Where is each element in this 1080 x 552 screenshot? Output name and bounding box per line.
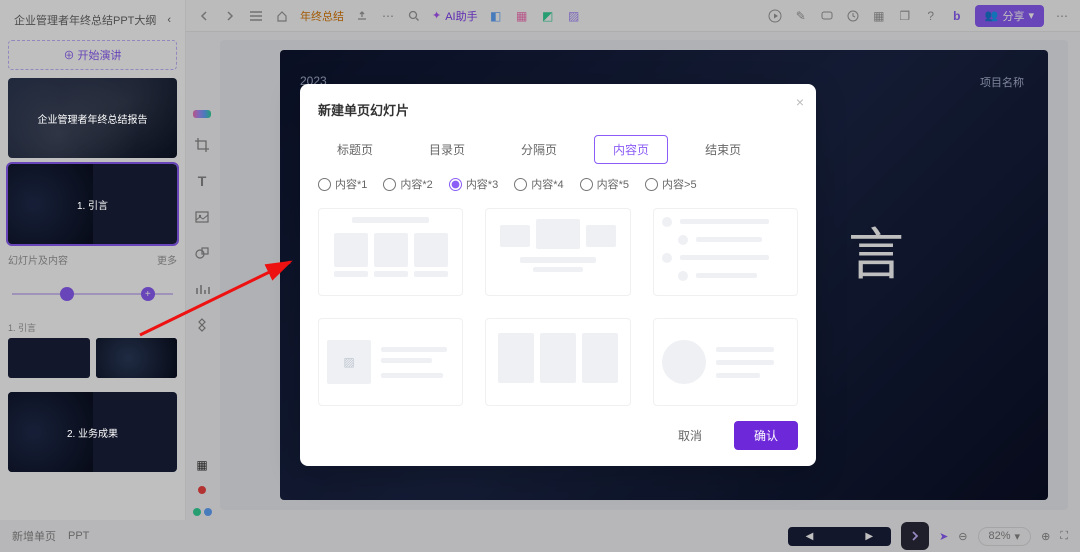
radio-content-3[interactable]: 内容*3 — [449, 176, 498, 192]
tab-end-page[interactable]: 结束页 — [686, 135, 760, 164]
tab-toc-page[interactable]: 目录页 — [410, 135, 484, 164]
template-3[interactable] — [653, 208, 798, 296]
template-4[interactable]: ▨ — [318, 318, 463, 406]
tab-title-page[interactable]: 标题页 — [318, 135, 392, 164]
template-1[interactable] — [318, 208, 463, 296]
radio-content-gt5[interactable]: 内容>5 — [645, 176, 697, 192]
template-5[interactable] — [485, 318, 630, 406]
slide2-label: 2. 业务成果 — [67, 425, 118, 440]
radio-content-1[interactable]: 内容*1 — [318, 176, 367, 192]
modal-title: 新建单页幻灯片 — [318, 100, 798, 119]
template-2[interactable] — [485, 208, 630, 296]
modal-tabs: 标题页 目录页 分隔页 内容页 结束页 — [318, 135, 798, 164]
cover-title: 企业管理者年终总结报告 — [38, 111, 148, 126]
tab-divider-page[interactable]: 分隔页 — [502, 135, 576, 164]
new-slide-modal: 新建单页幻灯片 × 标题页 目录页 分隔页 内容页 结束页 内容*1 内容*2 … — [300, 84, 816, 466]
cancel-button[interactable]: 取消 — [658, 421, 722, 450]
content-count-radios: 内容*1 内容*2 内容*3 内容*4 内容*5 内容>5 — [318, 176, 798, 192]
confirm-button[interactable]: 确认 — [734, 421, 798, 450]
radio-content-2[interactable]: 内容*2 — [383, 176, 432, 192]
slide1-label: 1. 引言 — [77, 197, 108, 212]
radio-content-5[interactable]: 内容*5 — [580, 176, 629, 192]
template-6[interactable] — [653, 318, 798, 406]
modal-actions: 取消 确认 — [318, 413, 798, 450]
tab-content-page[interactable]: 内容页 — [594, 135, 668, 164]
radio-content-4[interactable]: 内容*4 — [514, 176, 563, 192]
template-grid: ▨ — [318, 208, 798, 413]
close-icon[interactable]: × — [796, 94, 804, 110]
